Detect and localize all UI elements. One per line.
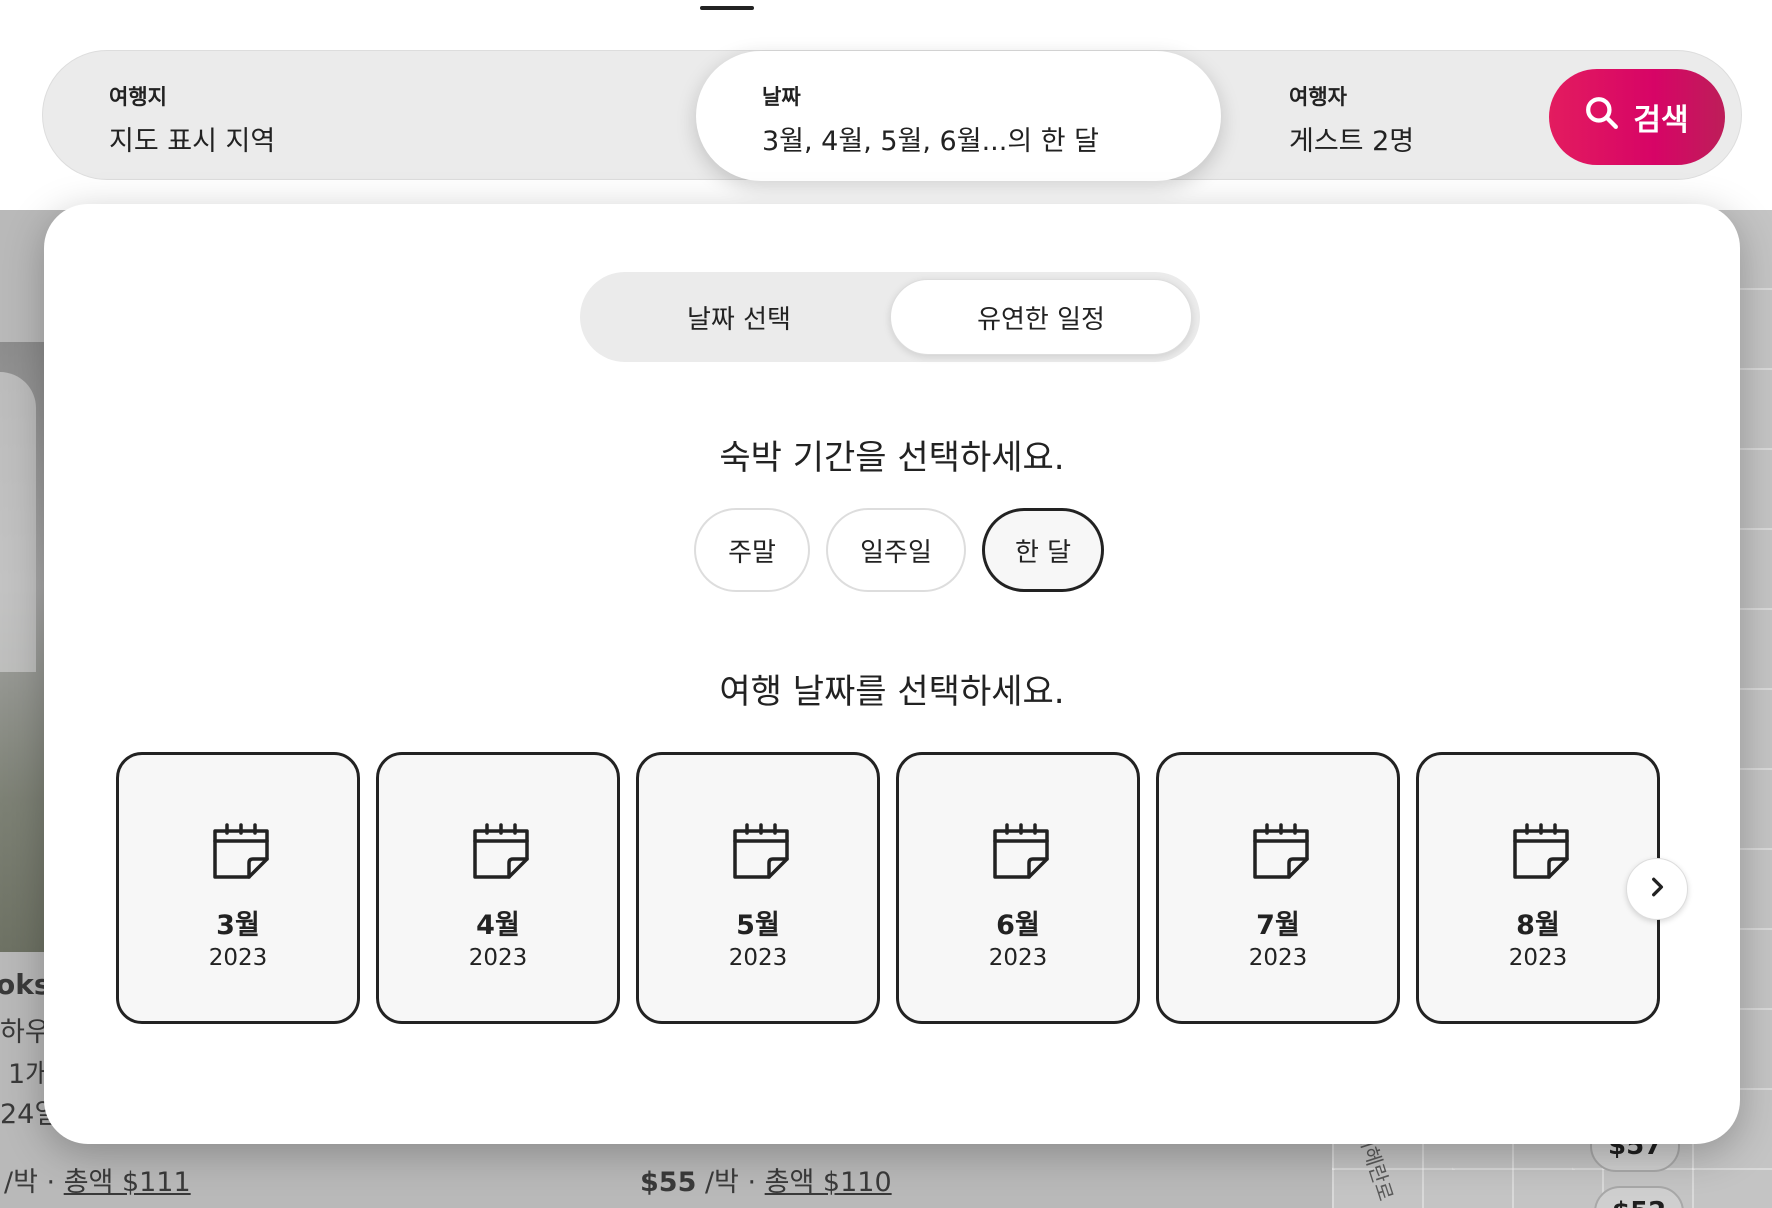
listing-price-row: /박 · 총액 $111 bbox=[4, 1160, 191, 1199]
search-button[interactable]: 검색 bbox=[1549, 69, 1725, 165]
calendar-icon bbox=[989, 819, 1053, 883]
month-card-march[interactable]: 3월 2023 bbox=[116, 752, 360, 1024]
calendar-icon bbox=[209, 819, 273, 883]
month-name: 3월 bbox=[216, 910, 260, 941]
tab-flexible-dates[interactable]: 유연한 일정 bbox=[890, 279, 1192, 355]
date-picker-panel: 날짜 선택 유연한 일정 숙박 기간을 선택하세요. 주말 일주일 한 달 여행… bbox=[44, 204, 1740, 1144]
listing-price-row: $55 /박 · 총액 $110 bbox=[640, 1160, 892, 1199]
duration-chip-weekend[interactable]: 주말 bbox=[694, 508, 810, 592]
calendar-icon bbox=[469, 819, 533, 883]
dates-field[interactable]: 날짜 3월, 4월, 5월, 6월...의 한 달 bbox=[696, 51, 1221, 181]
calendar-icon bbox=[1249, 819, 1313, 883]
dates-label: 날짜 bbox=[762, 85, 801, 109]
tab-choose-dates[interactable]: 날짜 선택 bbox=[588, 279, 890, 355]
month-card-june[interactable]: 6월 2023 bbox=[896, 752, 1140, 1024]
stay-length-heading: 숙박 기간을 선택하세요. bbox=[719, 438, 1065, 478]
month-name: 8월 bbox=[1516, 910, 1560, 941]
guests-field[interactable]: 여행자 게스트 2명 bbox=[1223, 51, 1473, 181]
duration-chip-month[interactable]: 한 달 bbox=[982, 508, 1104, 592]
price-value: $55 bbox=[640, 1167, 697, 1198]
where-value: 지도 표시 지역 bbox=[109, 126, 276, 157]
date-mode-toggle: 날짜 선택 유연한 일정 bbox=[580, 272, 1200, 362]
month-year: 2023 bbox=[728, 945, 788, 971]
month-card-may[interactable]: 5월 2023 bbox=[636, 752, 880, 1024]
month-name: 5월 bbox=[736, 910, 780, 941]
next-months-button[interactable] bbox=[1626, 858, 1688, 920]
month-year: 2023 bbox=[988, 945, 1048, 971]
month-year: 2023 bbox=[208, 945, 268, 971]
guests-value: 게스트 2명 bbox=[1289, 126, 1415, 157]
active-tab-underline bbox=[700, 6, 754, 10]
map-price-pin[interactable]: $52 bbox=[1594, 1186, 1685, 1208]
trip-month-heading: 여행 날짜를 선택하세요. bbox=[719, 672, 1065, 712]
search-button-label: 검색 bbox=[1633, 103, 1689, 138]
header: 여행지 지도 표시 지역 날짜 3월, 4월, 5월, 6월...의 한 달 여… bbox=[0, 0, 1772, 210]
calendar-icon bbox=[729, 819, 793, 883]
price-per-night: /박 · bbox=[696, 1167, 765, 1198]
search-bar: 여행지 지도 표시 지역 날짜 3월, 4월, 5월, 6월...의 한 달 여… bbox=[42, 50, 1742, 181]
listing-subtitle: 하우 bbox=[0, 1017, 50, 1048]
where-label: 여행지 bbox=[109, 85, 167, 109]
guests-label: 여행자 bbox=[1289, 85, 1347, 109]
calendar-icon bbox=[1509, 819, 1573, 883]
month-year: 2023 bbox=[468, 945, 528, 971]
month-year: 2023 bbox=[1508, 945, 1568, 971]
total-price-link[interactable]: 총액 $110 bbox=[765, 1167, 892, 1198]
price-per-night: /박 · bbox=[4, 1167, 64, 1198]
month-card-august[interactable]: 8월 2023 bbox=[1416, 752, 1660, 1024]
month-card-july[interactable]: 7월 2023 bbox=[1156, 752, 1400, 1024]
dates-value: 3월, 4월, 5월, 6월...의 한 달 bbox=[762, 126, 1100, 157]
month-card-april[interactable]: 4월 2023 bbox=[376, 752, 620, 1024]
month-name: 6월 bbox=[996, 910, 1040, 941]
month-name: 4월 bbox=[476, 910, 520, 941]
page: oksa 하우 1개 24일 /박 · 총액 $111 $55 /박 · 총액 … bbox=[0, 0, 1772, 1208]
month-year: 2023 bbox=[1248, 945, 1308, 971]
total-price-link[interactable]: 총액 $111 bbox=[64, 1167, 191, 1198]
duration-chip-week[interactable]: 일주일 bbox=[826, 508, 966, 592]
month-name: 7월 bbox=[1256, 910, 1300, 941]
where-field[interactable]: 여행지 지도 표시 지역 bbox=[43, 51, 698, 181]
chevron-right-icon bbox=[1646, 876, 1668, 902]
search-icon bbox=[1585, 96, 1619, 138]
